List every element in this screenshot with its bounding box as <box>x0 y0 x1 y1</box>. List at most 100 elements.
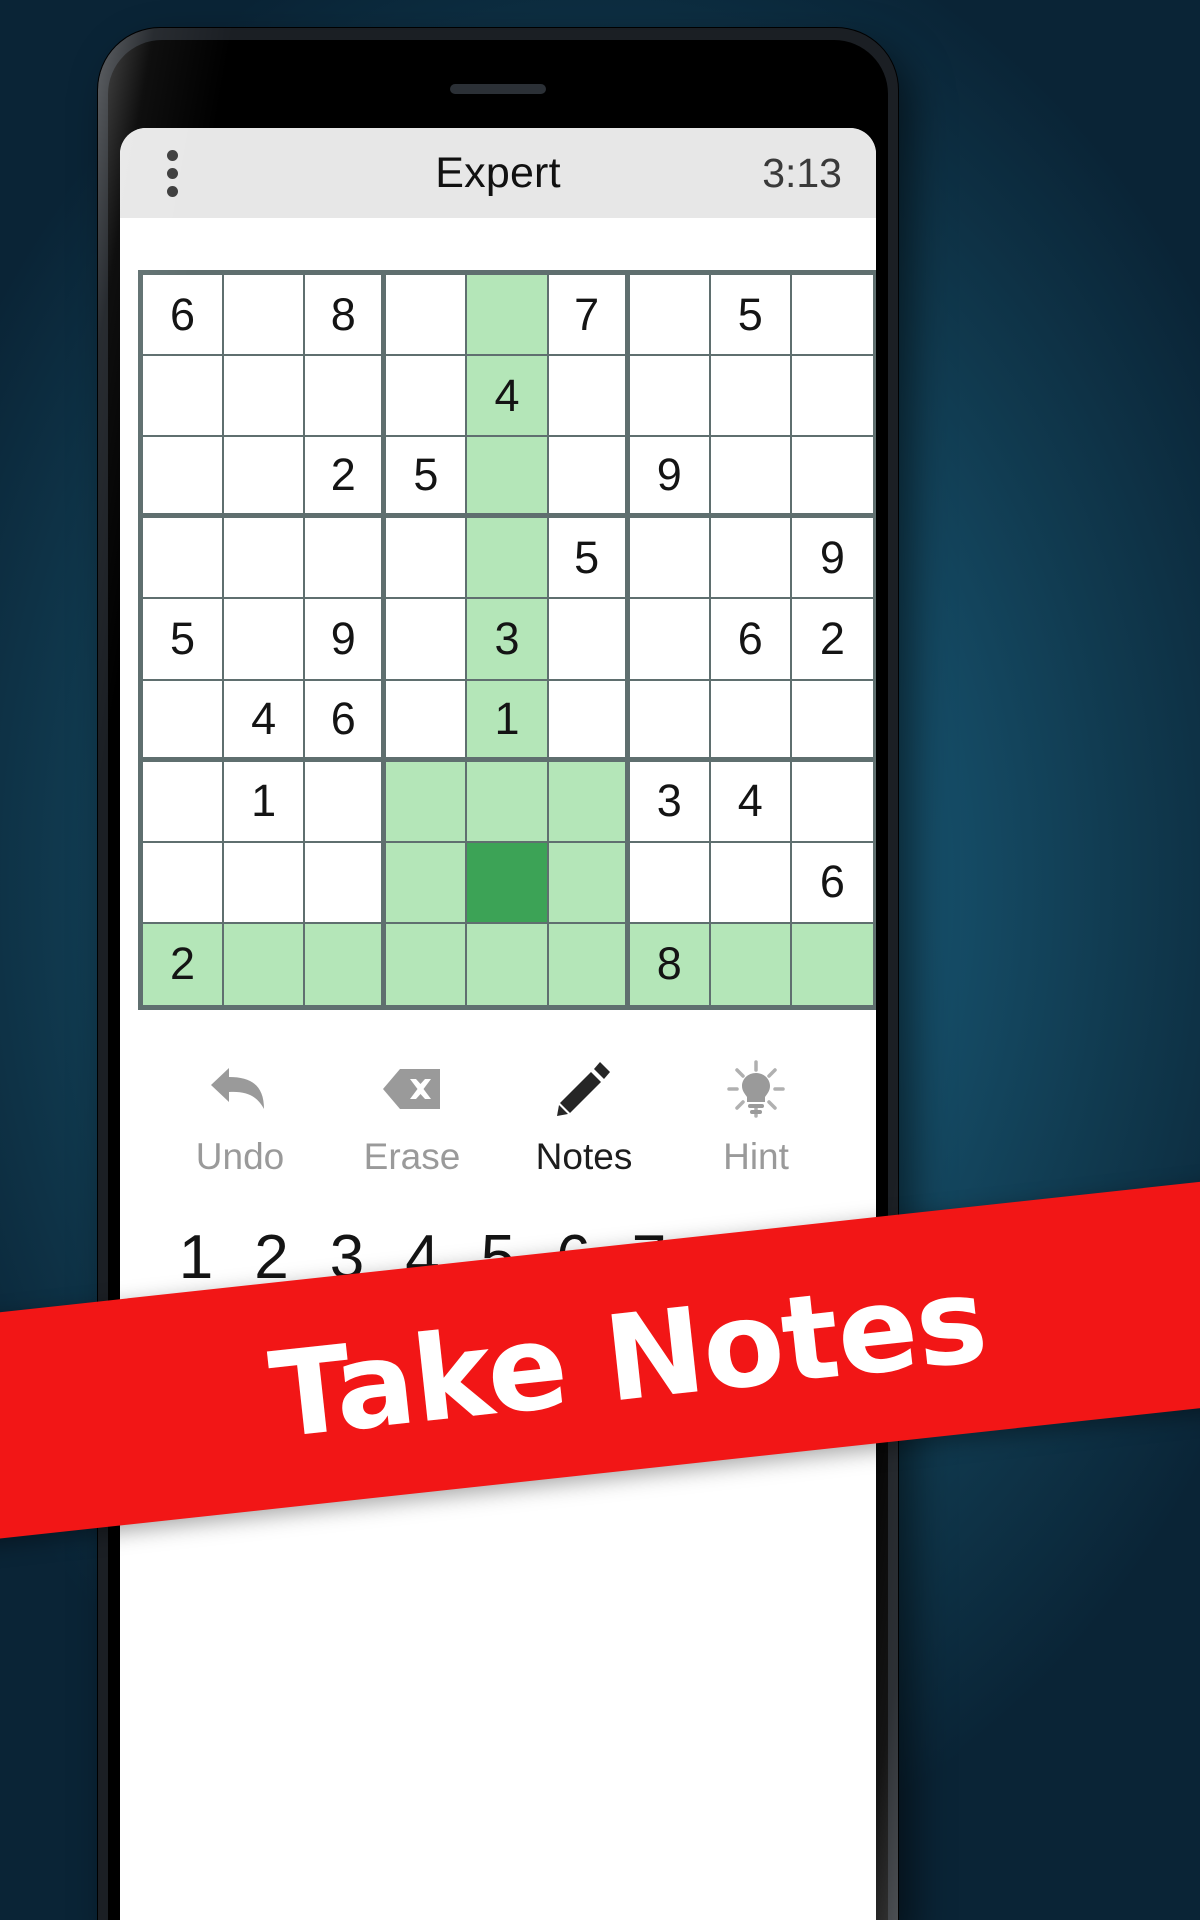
sudoku-cell[interactable] <box>224 356 306 438</box>
sudoku-cell[interactable] <box>791 761 873 843</box>
sudoku-cell[interactable] <box>386 356 468 438</box>
sudoku-cell[interactable] <box>791 680 873 762</box>
sudoku-cell[interactable]: 1 <box>224 761 306 843</box>
sudoku-cell[interactable] <box>386 599 468 681</box>
action-toolbar: Undo Erase Notes Hint <box>120 1010 876 1178</box>
sudoku-cell[interactable] <box>467 518 549 600</box>
sudoku-cell[interactable] <box>224 518 306 600</box>
sudoku-cell[interactable]: 4 <box>467 356 549 438</box>
erase-button[interactable]: Erase <box>337 1058 487 1178</box>
sudoku-cell[interactable] <box>386 518 468 600</box>
sudoku-cell[interactable]: 9 <box>791 518 873 600</box>
undo-arrow-icon <box>209 1058 271 1120</box>
sudoku-cell[interactable]: 6 <box>710 599 792 681</box>
sudoku-cell[interactable] <box>629 680 711 762</box>
sudoku-cell[interactable] <box>548 761 630 843</box>
phone-device-frame: Expert 3:13 687542595959362461134628 Und… <box>98 28 898 1920</box>
sudoku-cell[interactable]: 9 <box>305 599 387 681</box>
sudoku-cell[interactable] <box>224 923 306 1005</box>
sudoku-cell[interactable] <box>467 275 549 357</box>
sudoku-cell[interactable] <box>305 923 387 1005</box>
sudoku-cell[interactable] <box>386 680 468 762</box>
sudoku-cell[interactable] <box>467 761 549 843</box>
sudoku-cell[interactable]: 2 <box>305 437 387 519</box>
sudoku-cell[interactable] <box>467 842 549 924</box>
sudoku-cell[interactable] <box>548 356 630 438</box>
phone-screen-bezel: Expert 3:13 687542595959362461134628 Und… <box>108 40 888 1920</box>
sudoku-cell[interactable] <box>710 356 792 438</box>
sudoku-cell[interactable] <box>791 356 873 438</box>
sudoku-cell[interactable] <box>548 599 630 681</box>
sudoku-cell[interactable] <box>710 518 792 600</box>
sudoku-cell[interactable] <box>143 842 225 924</box>
sudoku-cell[interactable] <box>548 680 630 762</box>
erase-label: Erase <box>363 1136 461 1177</box>
sudoku-cell[interactable]: 6 <box>143 275 225 357</box>
sudoku-cell[interactable] <box>305 356 387 438</box>
sudoku-board[interactable]: 687542595959362461134628 <box>138 270 876 1010</box>
sudoku-cell[interactable] <box>629 518 711 600</box>
numpad-key-1[interactable]: 1 <box>160 1222 232 1293</box>
sudoku-cell[interactable] <box>305 518 387 600</box>
sudoku-cell[interactable]: 5 <box>548 518 630 600</box>
sudoku-cell[interactable]: 2 <box>791 599 873 681</box>
sudoku-cell[interactable] <box>386 761 468 843</box>
sudoku-cell[interactable] <box>224 842 306 924</box>
sudoku-cell[interactable] <box>386 275 468 357</box>
sudoku-cell[interactable] <box>224 437 306 519</box>
game-timer: 3:13 <box>762 149 842 196</box>
sudoku-cell[interactable] <box>224 599 306 681</box>
sudoku-cell[interactable] <box>548 923 630 1005</box>
sudoku-cell[interactable] <box>143 518 225 600</box>
sudoku-cell[interactable]: 5 <box>386 437 468 519</box>
earpiece-speaker <box>450 84 546 94</box>
sudoku-cell[interactable] <box>710 842 792 924</box>
sudoku-cell[interactable]: 8 <box>629 923 711 1005</box>
sudoku-cell[interactable]: 7 <box>548 275 630 357</box>
sudoku-cell[interactable] <box>305 842 387 924</box>
notes-button[interactable]: Notes <box>509 1058 659 1178</box>
undo-label: Undo <box>195 1136 285 1177</box>
sudoku-cell[interactable] <box>467 437 549 519</box>
erase-x-icon <box>382 1058 442 1120</box>
undo-button[interactable]: Undo <box>165 1058 315 1178</box>
sudoku-cell[interactable] <box>548 842 630 924</box>
sudoku-cell[interactable] <box>143 761 225 843</box>
lightbulb-icon <box>727 1058 785 1120</box>
sudoku-cell[interactable]: 3 <box>467 599 549 681</box>
app-bar: Expert 3:13 <box>120 128 876 218</box>
sudoku-cell[interactable] <box>143 680 225 762</box>
hint-button[interactable]: Hint <box>681 1058 831 1178</box>
sudoku-cell[interactable]: 1 <box>467 680 549 762</box>
sudoku-cell[interactable]: 6 <box>791 842 873 924</box>
sudoku-cell[interactable]: 8 <box>305 275 387 357</box>
sudoku-cell[interactable]: 6 <box>305 680 387 762</box>
sudoku-cell[interactable] <box>629 356 711 438</box>
sudoku-cell[interactable] <box>386 923 468 1005</box>
sudoku-cell[interactable] <box>224 275 306 357</box>
sudoku-cell[interactable] <box>710 923 792 1005</box>
sudoku-cell[interactable]: 9 <box>629 437 711 519</box>
sudoku-cell[interactable] <box>791 437 873 519</box>
sudoku-cell[interactable] <box>143 437 225 519</box>
sudoku-cell[interactable]: 4 <box>710 761 792 843</box>
sudoku-cell[interactable] <box>629 275 711 357</box>
sudoku-cell[interactable] <box>629 599 711 681</box>
hint-label: Hint <box>723 1136 789 1177</box>
sudoku-cell[interactable] <box>710 680 792 762</box>
sudoku-cell[interactable] <box>143 356 225 438</box>
sudoku-cell[interactable]: 5 <box>143 599 225 681</box>
sudoku-cell[interactable]: 3 <box>629 761 711 843</box>
sudoku-cell[interactable] <box>467 923 549 1005</box>
sudoku-cell[interactable]: 5 <box>710 275 792 357</box>
app-screen: Expert 3:13 687542595959362461134628 Und… <box>120 128 876 1920</box>
sudoku-cell[interactable] <box>791 275 873 357</box>
sudoku-cell[interactable]: 4 <box>224 680 306 762</box>
sudoku-cell[interactable] <box>305 761 387 843</box>
sudoku-cell[interactable] <box>629 842 711 924</box>
sudoku-cell[interactable] <box>386 842 468 924</box>
sudoku-cell[interactable] <box>791 923 873 1005</box>
sudoku-cell[interactable] <box>548 437 630 519</box>
sudoku-cell[interactable]: 2 <box>143 923 225 1005</box>
sudoku-cell[interactable] <box>710 437 792 519</box>
